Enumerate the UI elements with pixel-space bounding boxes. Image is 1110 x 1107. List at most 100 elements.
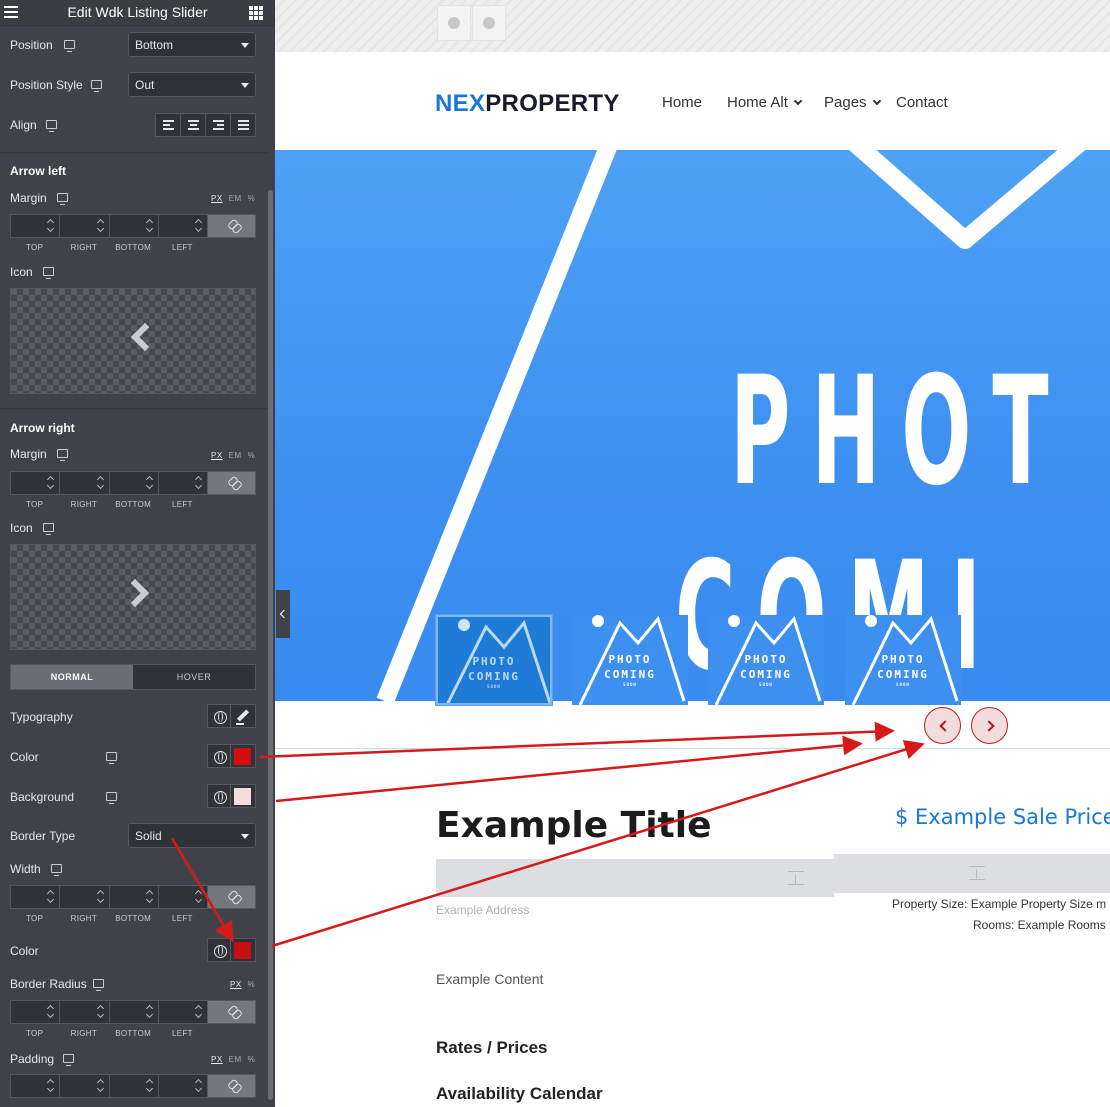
color-picker[interactable] bbox=[231, 744, 256, 768]
link-values-icon[interactable] bbox=[207, 214, 256, 238]
arrow-left-margin-inputs bbox=[10, 214, 256, 238]
unit-switcher[interactable]: PX EM% bbox=[211, 1055, 261, 1064]
margin-right-input[interactable] bbox=[59, 471, 109, 495]
unit-percent[interactable]: % bbox=[248, 451, 256, 460]
margin-right-input[interactable] bbox=[59, 214, 109, 238]
user-icon[interactable] bbox=[437, 5, 471, 41]
width-top-input[interactable] bbox=[10, 885, 60, 909]
align-left-button[interactable] bbox=[156, 114, 181, 136]
unit-percent[interactable]: % bbox=[248, 194, 256, 203]
margin-top-input[interactable] bbox=[10, 214, 60, 238]
align-right-button[interactable] bbox=[206, 114, 231, 136]
global-globe-icon[interactable] bbox=[207, 938, 231, 962]
color-label: Color bbox=[10, 750, 39, 764]
global-globe-icon[interactable] bbox=[207, 744, 231, 768]
site-logo[interactable]: NEXPROPERTY bbox=[435, 90, 620, 118]
nav-home[interactable]: Home bbox=[662, 94, 702, 111]
border-color-picker[interactable] bbox=[231, 938, 256, 962]
background-controls bbox=[207, 784, 256, 808]
responsive-desktop-icon[interactable] bbox=[57, 449, 68, 461]
margin-left-input[interactable] bbox=[157, 471, 207, 495]
responsive-desktop-icon[interactable] bbox=[43, 523, 54, 535]
widgets-grid-icon[interactable] bbox=[249, 6, 263, 20]
padding-bottom-input[interactable] bbox=[108, 1074, 158, 1098]
tab-normal[interactable]: NORMAL bbox=[11, 665, 133, 689]
unit-em[interactable]: EM bbox=[229, 451, 242, 460]
position-select[interactable]: Bottom bbox=[128, 32, 256, 57]
listing-slider-main-image[interactable]: PHOT COMI bbox=[275, 150, 1110, 701]
state-tabs: NORMAL HOVER bbox=[10, 664, 256, 690]
tab-hover[interactable]: HOVER bbox=[133, 665, 255, 689]
radius-right-input[interactable] bbox=[59, 1000, 109, 1024]
placeholder-marker-icon bbox=[788, 871, 804, 885]
dim-top-label: TOP bbox=[26, 500, 44, 509]
border-type-select[interactable]: Solid bbox=[128, 823, 256, 848]
position-style-select[interactable]: Out bbox=[128, 72, 256, 97]
link-values-icon[interactable] bbox=[207, 885, 256, 909]
collapse-panel-button[interactable] bbox=[276, 590, 290, 638]
edit-pencil-icon[interactable] bbox=[231, 704, 256, 728]
margin-bottom-input[interactable] bbox=[108, 471, 158, 495]
nav-home-alt[interactable]: Home Alt bbox=[727, 94, 803, 111]
dim-left-label: LEFT bbox=[171, 1029, 193, 1038]
radius-bottom-input[interactable] bbox=[108, 1000, 158, 1024]
width-bottom-input[interactable] bbox=[108, 885, 158, 909]
unit-px[interactable]: PX bbox=[211, 194, 223, 203]
arrow-right-icon-picker[interactable] bbox=[10, 544, 256, 650]
margin-left-input[interactable] bbox=[157, 214, 207, 238]
nav-contact[interactable]: Contact bbox=[896, 94, 948, 111]
margin-bottom-input[interactable] bbox=[108, 214, 158, 238]
slider-prev-arrow-button[interactable] bbox=[924, 707, 961, 744]
chevron-left-icon bbox=[130, 322, 160, 352]
responsive-desktop-icon[interactable] bbox=[46, 120, 57, 132]
section-divider bbox=[275, 748, 1110, 749]
unit-switcher[interactable]: PX% bbox=[230, 980, 261, 989]
responsive-desktop-icon[interactable] bbox=[106, 792, 117, 804]
responsive-desktop-icon[interactable] bbox=[91, 80, 102, 92]
unit-switcher[interactable]: PX EM% bbox=[211, 451, 261, 460]
global-globe-icon[interactable] bbox=[207, 704, 231, 728]
icon-label: Icon bbox=[10, 265, 33, 279]
dimension-labels: TOP RIGHT BOTTOM LEFT bbox=[10, 914, 207, 923]
responsive-desktop-icon[interactable] bbox=[51, 864, 62, 876]
responsive-desktop-icon[interactable] bbox=[43, 267, 54, 279]
link-values-icon[interactable] bbox=[207, 1074, 256, 1098]
slider-thumbnail-1[interactable]: PHOTO COMING SOON bbox=[436, 615, 552, 705]
padding-left-input[interactable] bbox=[157, 1074, 207, 1098]
align-center-button[interactable] bbox=[181, 114, 206, 136]
responsive-desktop-icon[interactable] bbox=[63, 1054, 74, 1066]
position-label: Position bbox=[10, 38, 53, 52]
width-left-input[interactable] bbox=[157, 885, 207, 909]
padding-top-input[interactable] bbox=[10, 1074, 60, 1098]
global-globe-icon[interactable] bbox=[207, 784, 231, 808]
responsive-desktop-icon[interactable] bbox=[64, 40, 75, 52]
unit-percent[interactable]: % bbox=[248, 1055, 256, 1064]
panel-scrollbar[interactable] bbox=[268, 190, 273, 1100]
padding-right-input[interactable] bbox=[59, 1074, 109, 1098]
margin-top-input[interactable] bbox=[10, 471, 60, 495]
unit-px[interactable]: PX bbox=[230, 980, 242, 989]
background-color-picker[interactable] bbox=[231, 784, 256, 808]
responsive-desktop-icon[interactable] bbox=[57, 193, 68, 205]
link-values-icon[interactable] bbox=[207, 471, 256, 495]
unit-px[interactable]: PX bbox=[211, 1055, 223, 1064]
slider-thumbnail-3[interactable]: PHOTO COMING SOON bbox=[708, 615, 824, 705]
width-right-input[interactable] bbox=[59, 885, 109, 909]
responsive-desktop-icon[interactable] bbox=[93, 979, 104, 991]
slider-next-arrow-button[interactable] bbox=[971, 707, 1008, 744]
unit-em[interactable]: EM bbox=[229, 1055, 242, 1064]
unit-switcher[interactable]: PX EM% bbox=[211, 194, 261, 203]
radius-top-input[interactable] bbox=[10, 1000, 60, 1024]
slider-thumbnail-4[interactable]: PHOTO COMING SOON bbox=[845, 615, 961, 705]
unit-percent[interactable]: % bbox=[248, 980, 256, 989]
radius-left-input[interactable] bbox=[157, 1000, 207, 1024]
slider-thumbnail-2[interactable]: PHOTO COMING SOON bbox=[572, 615, 688, 705]
unit-px[interactable]: PX bbox=[211, 451, 223, 460]
arrow-left-icon-picker[interactable] bbox=[10, 288, 256, 394]
link-values-icon[interactable] bbox=[207, 1000, 256, 1024]
dashboard-icon[interactable] bbox=[472, 5, 506, 41]
responsive-desktop-icon[interactable] bbox=[106, 752, 117, 764]
nav-pages[interactable]: Pages bbox=[824, 94, 881, 111]
unit-em[interactable]: EM bbox=[229, 194, 242, 203]
align-justify-button[interactable] bbox=[231, 114, 255, 136]
